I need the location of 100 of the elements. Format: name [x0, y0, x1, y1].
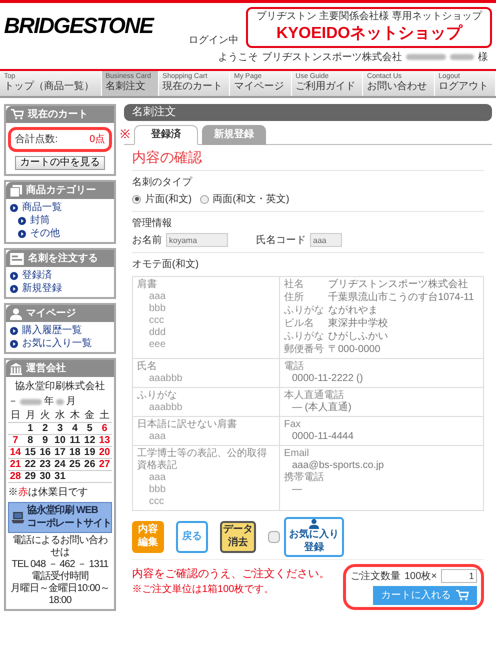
calendar-day: 20: [97, 447, 112, 458]
add-favorite-button[interactable]: お気に入り 登録: [284, 516, 344, 557]
panel-title: 商品カテゴリー: [26, 183, 96, 198]
redacted-text: [450, 54, 474, 60]
table-value: aaa: [148, 472, 167, 484]
table-value: eee: [148, 338, 167, 351]
table-value: 0000-11-4444: [291, 430, 355, 443]
contact-text: TEL 048 － 462 － 1311: [10, 559, 110, 570]
checkbox[interactable]: [268, 530, 280, 543]
panel-title: マイページ: [26, 307, 76, 322]
calendar-day: 24: [52, 459, 68, 470]
sidebar-link[interactable]: 新規登録: [10, 282, 110, 296]
table-value: aaa: [148, 430, 167, 443]
calendar-day: 10: [52, 435, 68, 446]
corporate-site-banner[interactable]: 協永堂印刷 WEB コーポレートサイト: [8, 502, 112, 534]
cart-icon: [10, 108, 24, 120]
bullet-icon: [18, 230, 26, 238]
total-label: 合計点数:: [15, 132, 58, 147]
table-label: 住所: [284, 292, 305, 304]
panel-title: 運営会社: [26, 362, 66, 376]
table-value: 〒000-0000: [328, 344, 382, 356]
banner-subtitle: ブリヂストン 主要関係会社様 専用ネットショップ: [256, 11, 482, 24]
weekday-label: 水: [54, 409, 66, 422]
sidebar-link[interactable]: 封筒: [10, 214, 110, 228]
calendar-day: 16: [38, 447, 53, 458]
tab[interactable]: 登録済: [134, 124, 198, 145]
table-label: 電話: [284, 360, 305, 373]
field-label: 氏名コード: [256, 234, 306, 248]
calendar-day: 19: [82, 447, 98, 458]
weekday-label: 木: [68, 409, 81, 422]
page-title: 名刺注文: [124, 104, 492, 121]
laptop-icon: [11, 511, 25, 524]
weekday-label: 月: [24, 409, 36, 422]
sidebar-link[interactable]: 商品一覧: [10, 201, 110, 214]
table-value: 千葉県流山市こうのす台1074-11: [328, 292, 475, 304]
cart-icon: [455, 589, 469, 602]
redacted-text: [406, 54, 446, 60]
company-name: ブリヂストンスポーツ株式会社: [262, 50, 402, 64]
radio-button[interactable]: [200, 194, 209, 204]
sidebar-link[interactable]: お気に入り一覧: [10, 337, 110, 350]
bullet-icon: [10, 340, 18, 348]
table-label: ふりがな: [284, 304, 325, 317]
table-value: bbb: [148, 302, 167, 315]
table-label: ふりがな: [284, 330, 325, 343]
brand-logo: BRIDGESTONE: [4, 15, 153, 37]
table-value: ひがしふかい: [328, 330, 389, 343]
month-label: 月: [66, 395, 76, 410]
calendar-day: 12: [82, 435, 98, 446]
calendar-day: 21: [8, 459, 23, 470]
calendar-day: 17: [52, 447, 68, 458]
table-value: ccc: [148, 496, 165, 508]
order-message: 内容をご確認のうえ、ご注文ください。: [132, 566, 330, 582]
table-value: 東深井中学校: [328, 318, 389, 330]
calendar-day: 27: [97, 459, 112, 470]
calendar-day: 2: [38, 423, 53, 434]
contact-text: 電話受付時間: [30, 571, 90, 583]
view-cart-button[interactable]: カートの中を見る: [15, 156, 105, 170]
radio-button[interactable]: [132, 194, 141, 204]
table-label: 肩書: [137, 278, 158, 291]
weekday-label: 火: [39, 409, 52, 422]
redacted-text: [56, 398, 64, 405]
sidebar-link[interactable]: 登録済: [10, 269, 110, 282]
login-status: ログイン中: [188, 34, 238, 48]
contact-text: 電話によるお問い合わせは: [12, 535, 108, 560]
table-label: Email: [284, 448, 310, 460]
text-field[interactable]: aaa: [310, 233, 342, 248]
calendar-day: 31: [52, 471, 68, 482]
clear-data-button[interactable]: データ 消去: [220, 520, 256, 553]
sidebar-link[interactable]: 購入履歴一覧: [10, 324, 110, 338]
panel-title: 現在のカート: [28, 108, 88, 122]
calendar-day: 4: [67, 423, 82, 434]
field-label: 名刺のタイプ: [132, 176, 194, 190]
table-label: 日本語に訳せない肩書: [137, 418, 238, 431]
person-icon: [308, 519, 320, 530]
shop-banner[interactable]: ブリヂストン 主要関係会社様 専用ネットショップ KYOEIDOネットショップ: [246, 7, 492, 48]
calendar-day: 25: [67, 459, 82, 470]
table-label: 本人直通電話: [284, 390, 345, 402]
radio-label: 片面(和文): [145, 192, 192, 207]
field-label: 管理情報: [132, 216, 173, 231]
bullet-icon: [10, 204, 18, 212]
calendar-day: 30: [38, 471, 53, 482]
text-field[interactable]: koyama: [166, 233, 228, 248]
table-value: aaa@bs-sports.co.jp: [291, 460, 385, 472]
table-label: Fax: [284, 418, 302, 431]
honorific-text: 様: [478, 50, 488, 64]
calendar-day: 23: [38, 459, 53, 470]
sidebar-link[interactable]: その他: [10, 227, 110, 240]
card-icon: [10, 252, 24, 265]
calendar-day: 6: [97, 423, 112, 434]
table-value: —: [291, 484, 303, 496]
banner-title: KYOEIDOネットショップ: [275, 24, 464, 44]
calendar-day: 9: [38, 435, 53, 446]
month-prefix: －: [8, 395, 18, 410]
annotation-mark: ※: [120, 126, 130, 143]
calendar-day: 11: [67, 435, 82, 446]
table-value: aaabbb: [148, 402, 184, 414]
table-value: 0000-11-2222 (): [291, 372, 364, 385]
weekday-label: 日: [9, 409, 22, 422]
redacted-text: [20, 398, 42, 405]
quantity-field[interactable]: 1: [441, 569, 477, 584]
